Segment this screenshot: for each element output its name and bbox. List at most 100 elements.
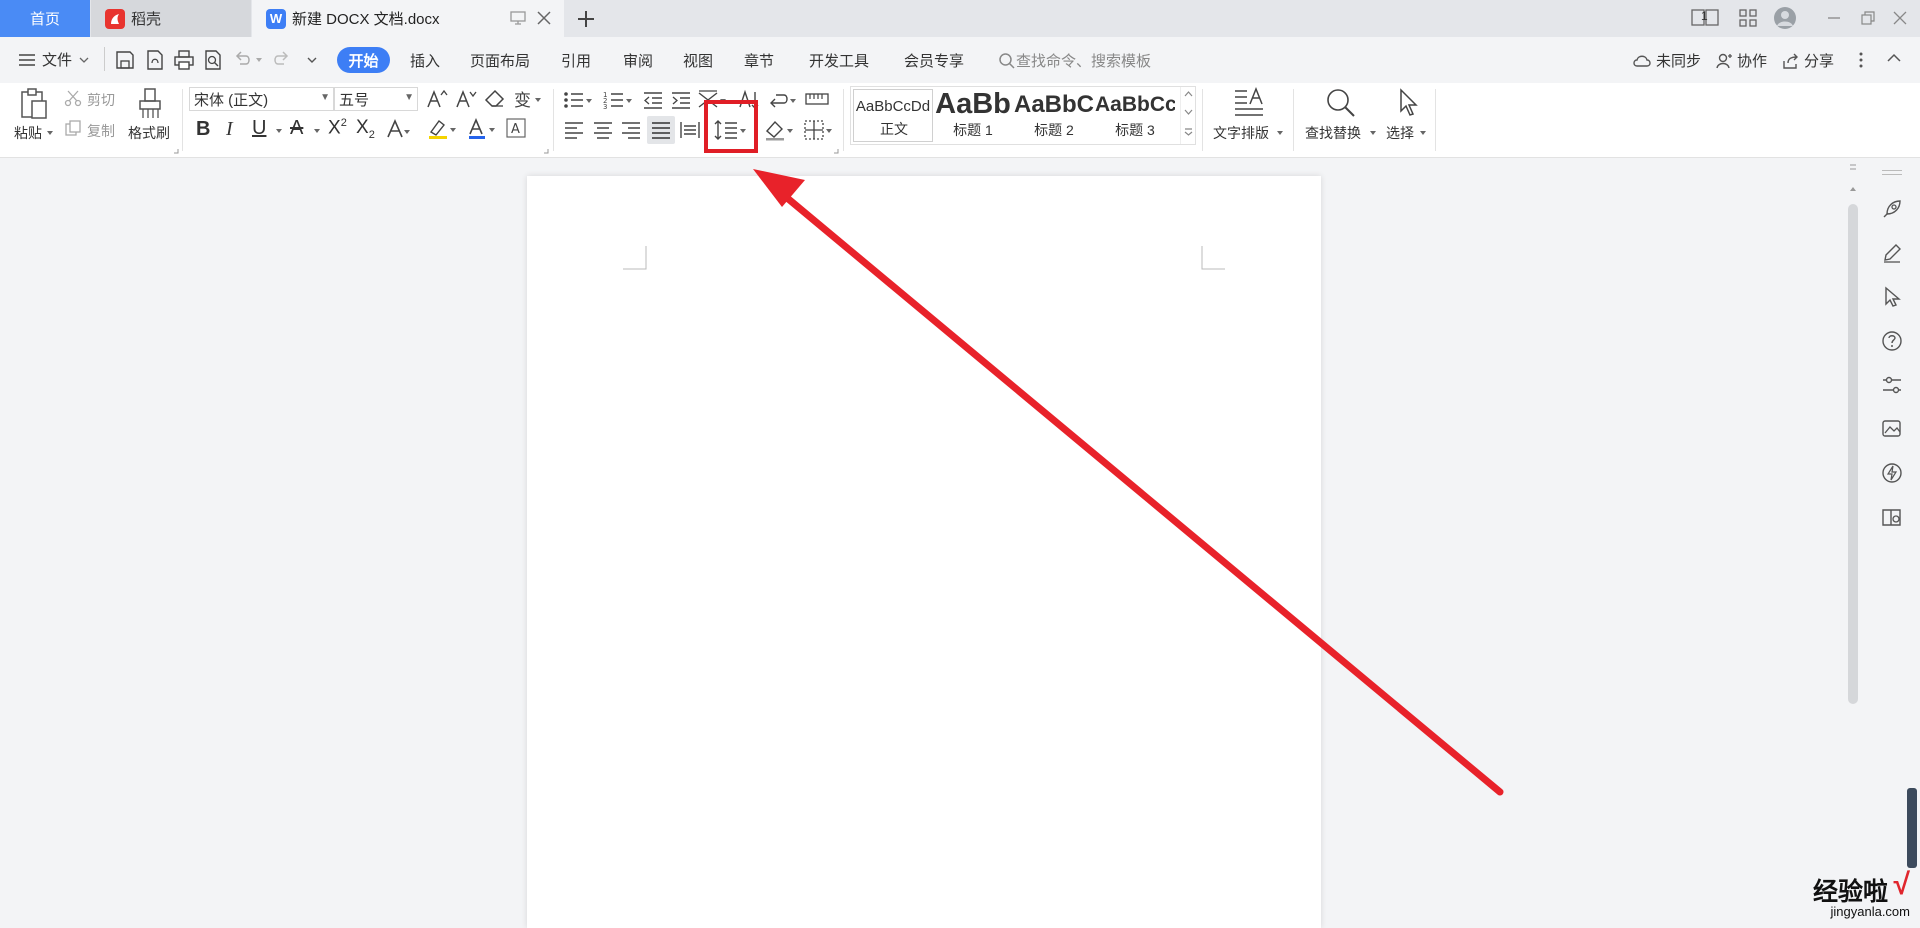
tab-start[interactable]: 开始 xyxy=(337,47,390,73)
page-view-button[interactable]: 1 xyxy=(1690,6,1722,30)
settings-sliders-icon[interactable] xyxy=(1881,374,1903,396)
styles-scroll-up-icon[interactable] xyxy=(1184,91,1193,97)
highlight-color-icon[interactable] xyxy=(427,118,457,140)
select-cursor-icon[interactable] xyxy=(1395,87,1423,119)
increase-indent-icon[interactable] xyxy=(670,90,692,110)
cut-button[interactable]: 剪切 xyxy=(87,90,115,110)
font-name-select[interactable]: 宋体 (正文) ▼ xyxy=(189,87,334,111)
tab-insert[interactable]: 插入 xyxy=(410,50,440,71)
vertical-scrollbar[interactable] xyxy=(1847,160,1859,928)
select-dropdown-icon[interactable] xyxy=(1419,130,1427,136)
close-tab-icon[interactable] xyxy=(536,10,552,26)
phonetic-guide-icon[interactable]: 变 xyxy=(513,88,543,110)
paragraph-launcher-icon[interactable] xyxy=(833,148,839,154)
paste-button[interactable]: 粘贴 xyxy=(14,123,42,143)
cut-icon[interactable] xyxy=(64,89,82,107)
clipboard-launcher-icon[interactable] xyxy=(173,148,179,154)
strikethrough-dropdown-icon[interactable] xyxy=(313,128,321,134)
bold-icon[interactable]: B xyxy=(196,118,210,141)
undo-dropdown-icon[interactable] xyxy=(255,57,263,63)
file-menu[interactable]: 文件 xyxy=(18,49,90,70)
new-tab-button[interactable] xyxy=(572,5,600,33)
font-launcher-icon[interactable] xyxy=(543,148,549,154)
collaborate-button[interactable]: 协作 xyxy=(1715,50,1767,71)
align-center-icon[interactable] xyxy=(592,120,614,140)
scrollbar-thumb[interactable] xyxy=(1848,204,1858,704)
customize-toolbar-icon[interactable] xyxy=(307,55,317,65)
redo-icon[interactable] xyxy=(270,49,292,71)
tab-document[interactable]: W 新建 DOCX 文档.docx xyxy=(252,0,564,37)
shading-icon[interactable] xyxy=(764,119,796,141)
clear-formatting-icon[interactable] xyxy=(484,89,506,109)
underline-dropdown-icon[interactable] xyxy=(275,128,283,134)
italic-icon[interactable]: I xyxy=(226,118,233,141)
format-painter-icon[interactable] xyxy=(136,87,164,121)
tab-developer[interactable]: 开发工具 xyxy=(809,50,869,71)
print-icon[interactable] xyxy=(173,49,195,71)
text-layout-dropdown-icon[interactable] xyxy=(1276,130,1284,136)
tab-review[interactable]: 审阅 xyxy=(623,50,653,71)
character-border-icon[interactable]: A xyxy=(506,118,526,138)
select-button[interactable]: 选择 xyxy=(1386,123,1414,143)
decrease-font-size-icon[interactable] xyxy=(455,89,477,109)
tab-references[interactable]: 引用 xyxy=(561,50,591,71)
export-pdf-icon[interactable] xyxy=(144,49,166,71)
subscript-icon[interactable]: X2 xyxy=(356,117,375,141)
book-search-icon[interactable] xyxy=(1881,506,1903,528)
collapse-ribbon-icon[interactable] xyxy=(1886,52,1902,64)
align-right-icon[interactable] xyxy=(620,120,642,140)
font-color-icon[interactable] xyxy=(467,118,497,140)
style-heading-3[interactable]: AaBbCc 标题 3 xyxy=(1095,89,1175,142)
copy-icon[interactable] xyxy=(64,119,82,137)
text-layout-icon[interactable] xyxy=(1233,87,1265,117)
format-painter-button[interactable]: 格式刷 xyxy=(128,123,170,143)
bullet-list-icon[interactable] xyxy=(563,90,593,110)
borders-icon[interactable] xyxy=(803,119,835,141)
tab-membership[interactable]: 会员专享 xyxy=(904,50,964,71)
underline-icon[interactable]: U xyxy=(252,117,266,140)
scroll-up-icon[interactable] xyxy=(1849,186,1857,192)
share-button[interactable]: 分享 xyxy=(1782,50,1834,71)
document-page[interactable] xyxy=(527,176,1321,928)
tab-daoke[interactable]: 稻壳 xyxy=(91,0,251,37)
sync-status-button[interactable]: 未同步 xyxy=(1632,50,1701,71)
select-pointer-icon[interactable] xyxy=(1881,286,1903,308)
close-window-icon[interactable] xyxy=(1888,6,1912,30)
copy-button[interactable]: 复制 xyxy=(87,121,115,141)
print-preview-icon[interactable] xyxy=(202,49,224,71)
tab-chapter[interactable]: 章节 xyxy=(744,50,774,71)
paste-dropdown-icon[interactable] xyxy=(46,130,54,136)
decrease-indent-icon[interactable] xyxy=(642,90,664,110)
styles-scroll-down-icon[interactable] xyxy=(1184,109,1193,115)
restore-icon[interactable] xyxy=(1856,6,1880,30)
apps-grid-icon[interactable] xyxy=(1736,6,1760,30)
rocket-icon[interactable] xyxy=(1881,198,1903,220)
pin-window-icon[interactable] xyxy=(510,11,526,25)
help-icon[interactable] xyxy=(1881,330,1903,352)
superscript-icon[interactable]: X2 xyxy=(328,117,347,139)
tab-home[interactable]: 首页 xyxy=(0,0,90,37)
style-heading-1[interactable]: AaBb 标题 1 xyxy=(933,89,1013,142)
style-normal[interactable]: AaBbCcDd 正文 xyxy=(853,89,933,142)
style-heading-2[interactable]: AaBbC 标题 2 xyxy=(1014,89,1094,142)
save-icon[interactable] xyxy=(114,49,136,71)
strikethrough-icon[interactable]: A xyxy=(290,117,303,140)
align-left-icon[interactable] xyxy=(563,120,585,140)
gallery-icon[interactable] xyxy=(1881,418,1903,440)
increase-font-size-icon[interactable] xyxy=(426,89,448,109)
distributed-align-icon[interactable] xyxy=(679,120,701,140)
tab-view[interactable]: 视图 xyxy=(683,50,713,71)
edit-pen-icon[interactable] xyxy=(1881,242,1903,264)
font-size-select[interactable]: 五号 ▼ xyxy=(334,87,418,111)
show-hide-marks-icon[interactable] xyxy=(768,89,798,111)
find-replace-dropdown-icon[interactable] xyxy=(1369,130,1377,136)
ai-assistant-icon[interactable] xyxy=(1881,462,1903,484)
minimize-icon[interactable] xyxy=(1822,6,1846,30)
text-layout-button[interactable]: 文字排版 xyxy=(1213,123,1269,143)
tab-stops-icon[interactable] xyxy=(805,91,829,107)
tab-page-layout[interactable]: 页面布局 xyxy=(470,50,530,71)
paste-icon[interactable] xyxy=(18,87,50,121)
styles-more-icon[interactable] xyxy=(1184,127,1193,136)
text-effects-icon[interactable] xyxy=(386,118,412,140)
command-search[interactable]: 查找命令、搜索模板 xyxy=(998,50,1151,71)
